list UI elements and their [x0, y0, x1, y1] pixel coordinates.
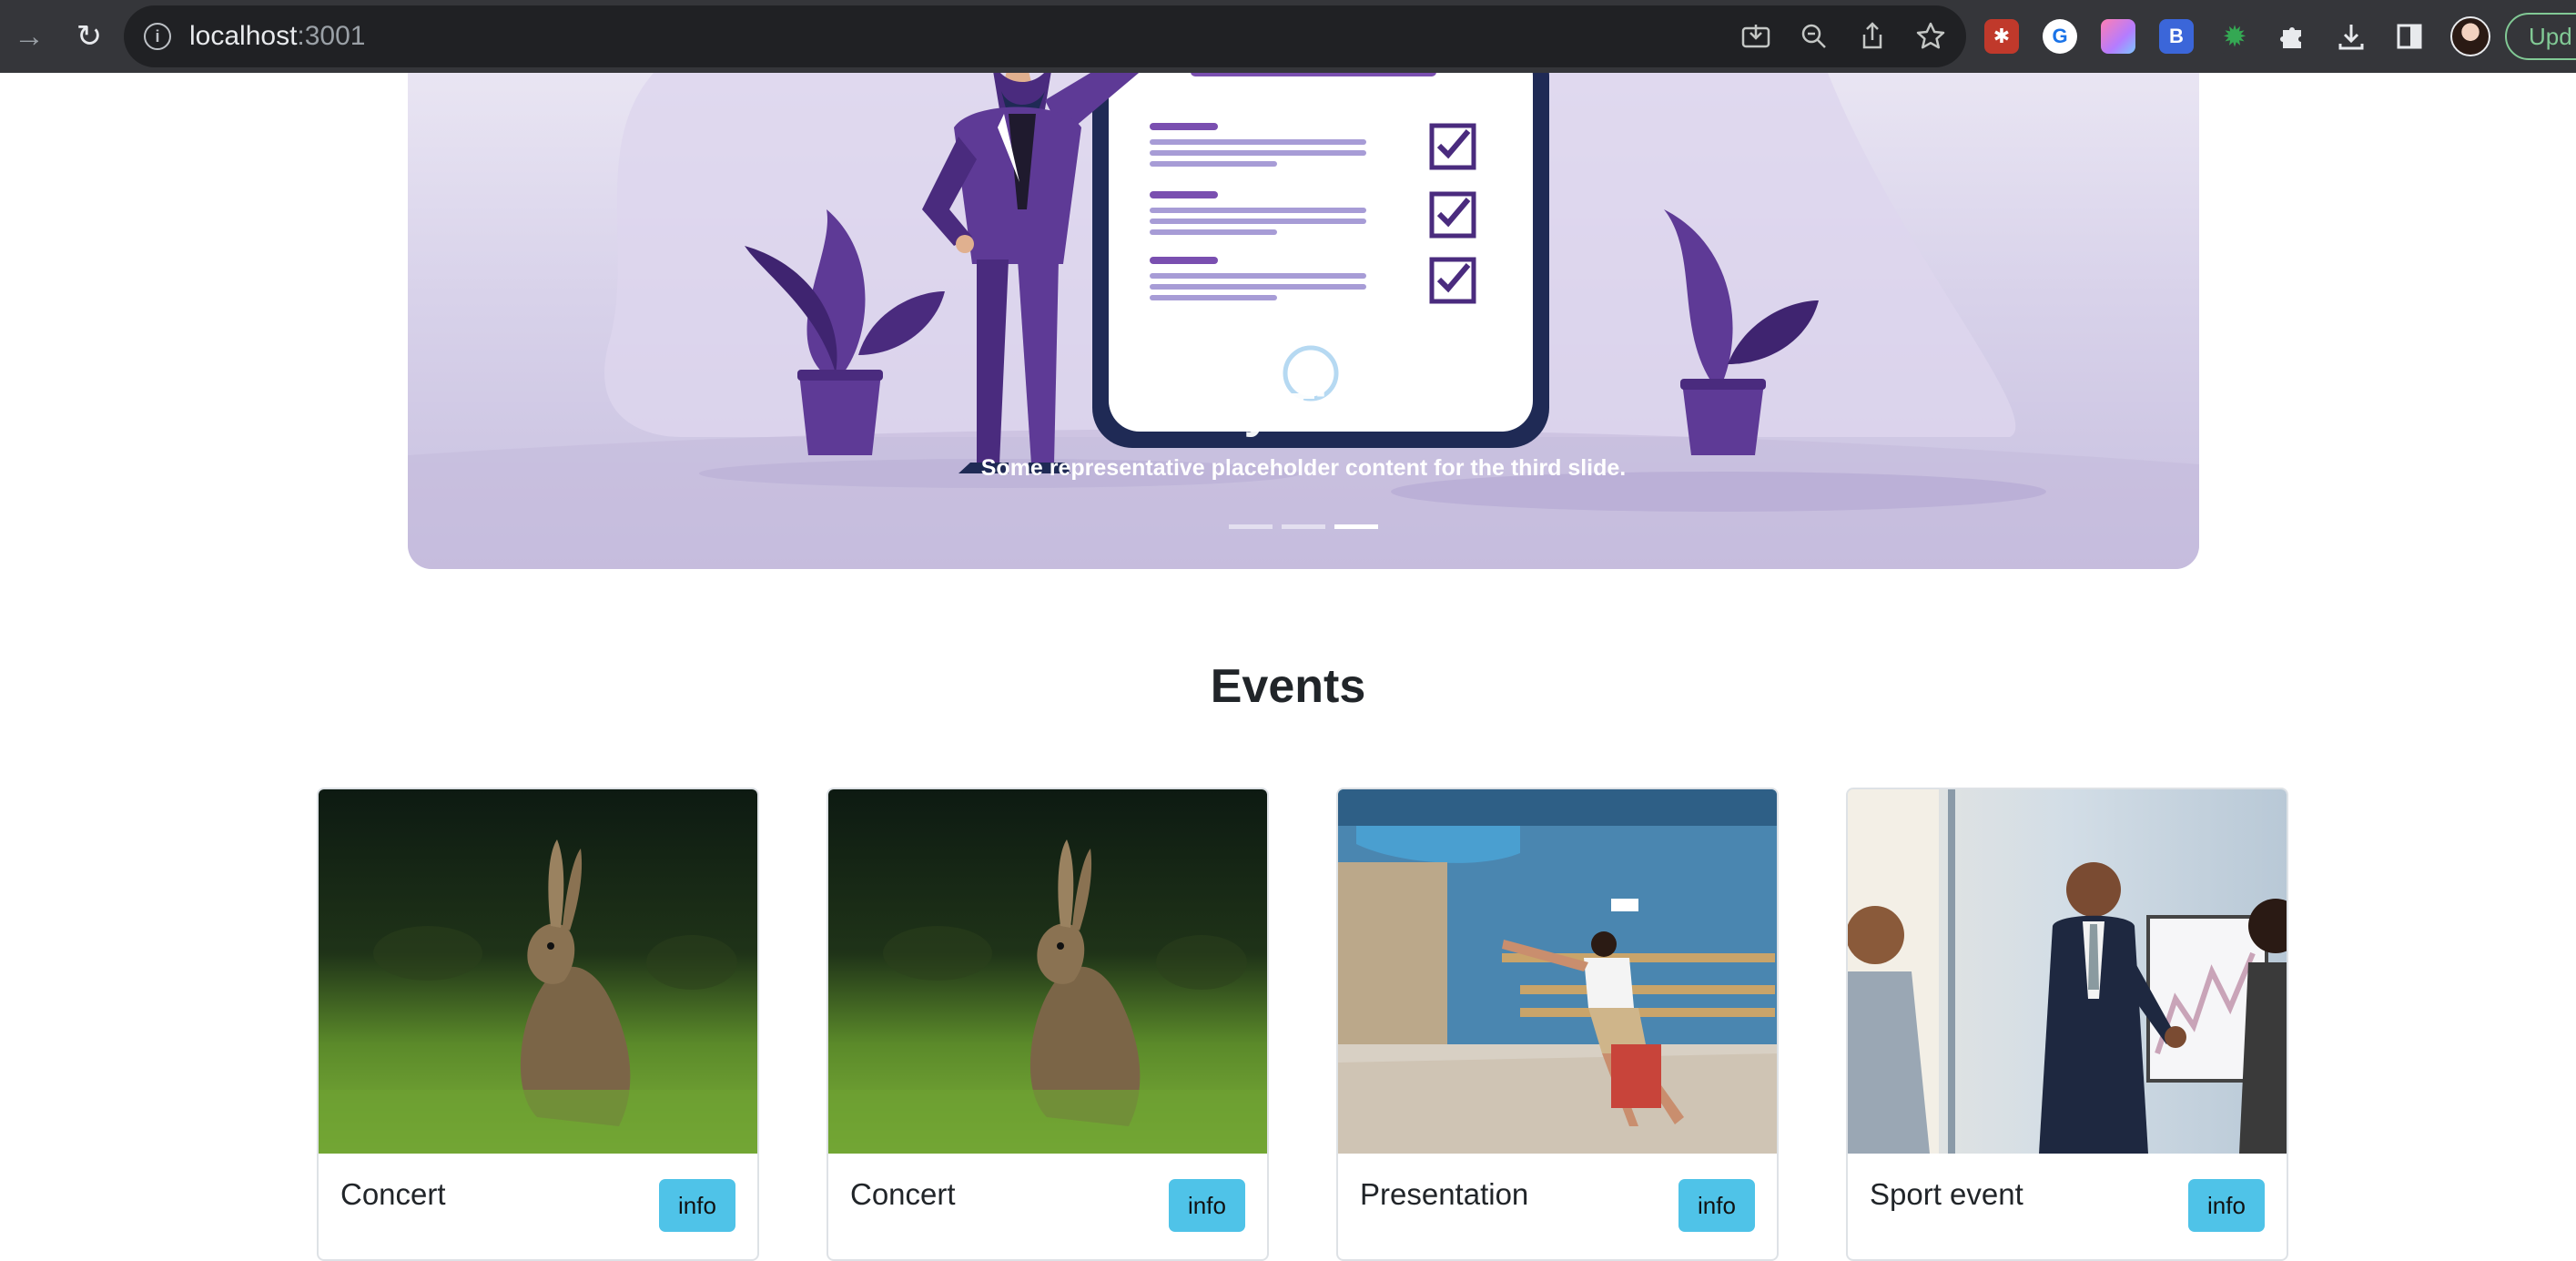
info-button[interactable]: info — [2188, 1179, 2265, 1232]
event-title: Presentation — [1360, 1177, 1529, 1211]
event-card-presentation: Presentation info — [1336, 788, 1779, 1261]
event-card-concert-1: Concert info — [317, 788, 759, 1261]
rabbit-photo — [319, 789, 757, 1154]
slide-title: Day Ticket — [1181, 383, 1426, 438]
url-host: localhost — [189, 21, 298, 51]
browser-toolbar: → ↻ i localhost :3001 ✱ G B ✹ Upd — [0, 0, 2576, 73]
event-card-concert-2: Concert info — [827, 788, 1269, 1261]
install-app-icon[interactable] — [1739, 19, 1773, 54]
event-title: Sport event — [1870, 1177, 2023, 1211]
carousel-indicator-2[interactable] — [1282, 524, 1325, 529]
event-title: Concert — [340, 1177, 446, 1211]
carousel-indicators — [408, 524, 2199, 529]
info-button[interactable]: info — [659, 1179, 735, 1232]
business-presentation-photo — [1848, 789, 2287, 1154]
side-panel-icon[interactable] — [2392, 19, 2427, 54]
address-bar[interactable]: i localhost :3001 — [124, 5, 1966, 67]
forward-icon[interactable]: → — [0, 0, 58, 73]
update-button[interactable]: Upd — [2505, 13, 2576, 60]
events-heading: Events — [1210, 660, 1366, 713]
info-button[interactable]: info — [1678, 1179, 1755, 1232]
bookmark-star-icon[interactable] — [1913, 19, 1948, 54]
info-button[interactable]: info — [1169, 1179, 1245, 1232]
extension-red-icon[interactable]: ✱ — [1984, 19, 2019, 54]
event-title: Concert — [850, 1177, 956, 1211]
extensions-puzzle-icon[interactable] — [2276, 19, 2310, 54]
profile-avatar[interactable] — [2450, 16, 2490, 56]
share-icon[interactable] — [1855, 19, 1890, 54]
zoom-icon[interactable] — [1797, 19, 1831, 54]
extension-green-gear-icon[interactable]: ✹ — [2217, 19, 2252, 54]
event-card-sport-event: Sport event info — [1846, 788, 2288, 1261]
carousel-indicator-3[interactable] — [1334, 524, 1378, 529]
event-cards: Concert info Concert info Presentation i… — [317, 788, 2288, 1261]
site-info-icon[interactable]: i — [144, 23, 171, 50]
hero-carousel[interactable]: Day Ticket Some representative placehold… — [408, 73, 2199, 569]
reload-icon[interactable]: ↻ — [60, 0, 118, 73]
extension-blue-square-icon[interactable]: B — [2159, 19, 2194, 54]
extension-blue-circle-icon[interactable]: G — [2043, 19, 2077, 54]
extension-gradient-icon[interactable] — [2101, 19, 2135, 54]
slide-caption: Some representative placeholder content … — [980, 455, 1627, 481]
checklist-illustration — [408, 73, 2199, 569]
rabbit-photo — [828, 789, 1267, 1154]
carousel-indicator-1[interactable] — [1229, 524, 1273, 529]
downloads-icon[interactable] — [2334, 19, 2368, 54]
woman-with-suitcase-photo — [1338, 789, 1777, 1154]
url-port: :3001 — [297, 21, 366, 51]
